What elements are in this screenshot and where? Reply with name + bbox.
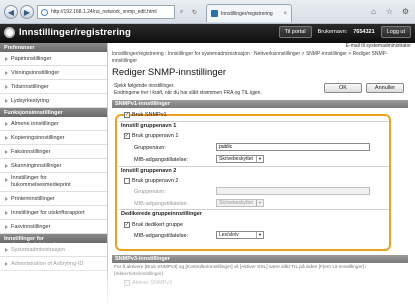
close-icon[interactable]: × <box>283 11 287 17</box>
use-group2-checkbox[interactable] <box>124 178 130 184</box>
mib2-value: Skrivebeskyttet <box>219 200 253 206</box>
home-icon[interactable]: ⌂ <box>368 6 379 17</box>
use-group1-label: Bruk gruppenavn 1 <box>132 133 179 139</box>
group1-name-label: Gruppenavn: <box>134 145 166 151</box>
sidebar-item-dept-id[interactable]: Administration of Avbryting-ID <box>0 257 107 271</box>
sidebar-item-common[interactable]: Almene innstillinger <box>0 117 107 131</box>
mib1-select[interactable]: Skrivebeskyttet ▼ <box>216 155 264 163</box>
group1-heading: Innstill gruppenavn 1 <box>121 123 177 129</box>
use-group1-checkbox[interactable]: ✓ <box>124 133 130 139</box>
refresh-icon[interactable]: ↻ <box>189 5 200 19</box>
group2-heading: Innstill gruppenavn 2 <box>121 168 177 174</box>
sidebar-item-printer[interactable]: Printerinnstillinger <box>0 192 107 206</box>
sidebar-item-display[interactable]: Visningsinnstillinger <box>0 66 107 80</box>
sidebar-item-memory-media[interactable]: Innstillinger for hukommelsesmedieprint <box>0 173 107 192</box>
mib1-value: Skrivebeskyttet <box>219 156 253 162</box>
mib3-value: Les/skriv <box>219 232 239 238</box>
use-snmpv1-checkbox[interactable]: ✓ <box>124 112 130 118</box>
divider <box>119 121 389 122</box>
use-snmpv1-row: ✓ Bruk SNMPv1 <box>124 112 167 118</box>
username-value: 7654321 <box>353 29 375 35</box>
forward-icon[interactable]: ▶ <box>20 5 34 19</box>
group2-name-input[interactable] <box>216 187 370 195</box>
use-group2-label: Bruk gruppenavn 2 <box>132 178 179 184</box>
sidebar-item-paper[interactable]: Papirinnstillinger <box>0 52 107 66</box>
use-snmpv1-label: Bruk SNMPv1 <box>132 112 167 118</box>
settings-logo-icon <box>4 27 15 38</box>
back-icon[interactable]: ◀ <box>4 5 18 19</box>
gear-icon[interactable]: ⚙ <box>400 6 411 17</box>
tab-favicon-icon <box>211 10 218 17</box>
sidebar-item-copy[interactable]: Kopieringsinnstillinger <box>0 131 107 145</box>
mib3-select[interactable]: Les/skriv ▼ <box>216 231 264 239</box>
divider <box>119 166 389 167</box>
mib2-label: MIB-adgangstillatelse: <box>134 201 189 207</box>
sidebar-item-volume[interactable]: Lydsyrkestyring <box>0 94 107 108</box>
sidebar-section-system: Innstillinger for systemadministrasjon <box>0 234 107 248</box>
use-snmpv3-label: Aktiver SNMPv3 <box>132 280 173 286</box>
logout-button[interactable]: Logg ut <box>380 26 411 38</box>
star-icon[interactable]: ☆ <box>384 6 395 17</box>
cancel-button[interactable]: Annuller <box>366 83 404 93</box>
use-snmpv3-checkbox[interactable] <box>124 280 130 286</box>
mib2-select[interactable]: Skrivebeskyttet ▼ <box>216 199 264 207</box>
snmpv1-section-header: SNMPv1-innstillinger <box>112 100 408 108</box>
sidebar-section-preferences: Preferanser <box>0 43 107 52</box>
divider <box>119 209 389 210</box>
sidebar-section-function: Funksjonsinnstillinger <box>0 108 107 117</box>
group2-name-label: Gruppenavn: <box>134 189 166 195</box>
tab-title: Innstillinger/registrering <box>221 10 273 17</box>
app-header: Innstillinger/registrering Til portal Br… <box>0 24 415 43</box>
use-dedicated-checkbox[interactable]: ✓ <box>124 222 130 228</box>
notice-line-2: Endringene trer i kraft, når du har slåt… <box>114 89 262 96</box>
dedicated-heading: Dedikerede gruppeinnstillinger <box>121 211 202 217</box>
search-icon[interactable]: ⌕ <box>176 5 187 19</box>
chevron-down-icon: ▼ <box>256 156 263 162</box>
ok-button[interactable]: OK <box>324 83 362 93</box>
chevron-down-icon: ▼ <box>256 232 263 238</box>
main-content: Innstillinger/registrering : Innstilling… <box>112 51 412 304</box>
use-group1-row: ✓ Bruk gruppenavn 1 <box>124 133 178 139</box>
snmpv3-section-header: SNMPv3-innstillinger <box>112 255 408 263</box>
chevron-down-icon: ▼ <box>256 200 263 206</box>
sidebar: Preferanser Papirinnstillinger Visningsi… <box>0 43 108 304</box>
portal-button[interactable]: Til portal <box>278 26 312 38</box>
notice: Sjekk følgende innstillinger. Endringene… <box>114 83 262 96</box>
breadcrumb: Innstillinger/registrering : Innstilling… <box>112 51 388 64</box>
sidebar-item-fax[interactable]: Faksinnstillinger <box>0 145 107 159</box>
snmpv3-note: For å aktivere [Bruk SNMPv3] og [Kontrol… <box>114 265 367 277</box>
globe-icon <box>41 8 48 16</box>
sidebar-item-scan[interactable]: Skanninginnstillinger <box>0 159 107 173</box>
mib1-label: MIB-adgangstillatelse: <box>134 157 189 163</box>
app-title: Innstillinger/registrering <box>19 27 131 38</box>
use-snmpv3-row: Aktiver SNMPv3 <box>124 280 172 286</box>
browser-tab[interactable]: Innstillinger/registrering × <box>206 4 292 22</box>
page-title: Rediger SNMP-innstillinger <box>112 67 227 78</box>
use-dedicated-label: Bruk dedikert gruppe <box>132 222 184 228</box>
browser-toolbar: ◀ ▶ http://192.168.1.24/rui_network_snmp… <box>0 0 415 24</box>
address-bar[interactable]: http://192.168.1.24/rui_network_snmp_edi… <box>37 5 175 19</box>
use-group2-row: Bruk gruppenavn 2 <box>124 178 178 184</box>
sidebar-item-sysadmin[interactable]: Systemadministrasjon <box>0 243 107 257</box>
mib3-label: MIB-adgangstillatelse: <box>134 233 189 239</box>
url-text: http://192.168.1.24/rui_network_snmp_edi… <box>51 9 157 15</box>
sidebar-item-report[interactable]: Innstillinger for utskriftsrapport <box>0 206 107 220</box>
group1-name-input[interactable] <box>216 143 370 151</box>
username-label: Brukernavn: <box>317 29 348 35</box>
sidebar-item-timer[interactable]: Tidsinnstillinger <box>0 80 107 94</box>
use-dedicated-row: ✓ Bruk dedikert gruppe <box>124 222 183 228</box>
mail-admin-link[interactable]: E-mail til systemadministrator <box>346 43 411 49</box>
sidebar-item-favorites[interactable]: Faxvinnstillinger <box>0 220 107 234</box>
